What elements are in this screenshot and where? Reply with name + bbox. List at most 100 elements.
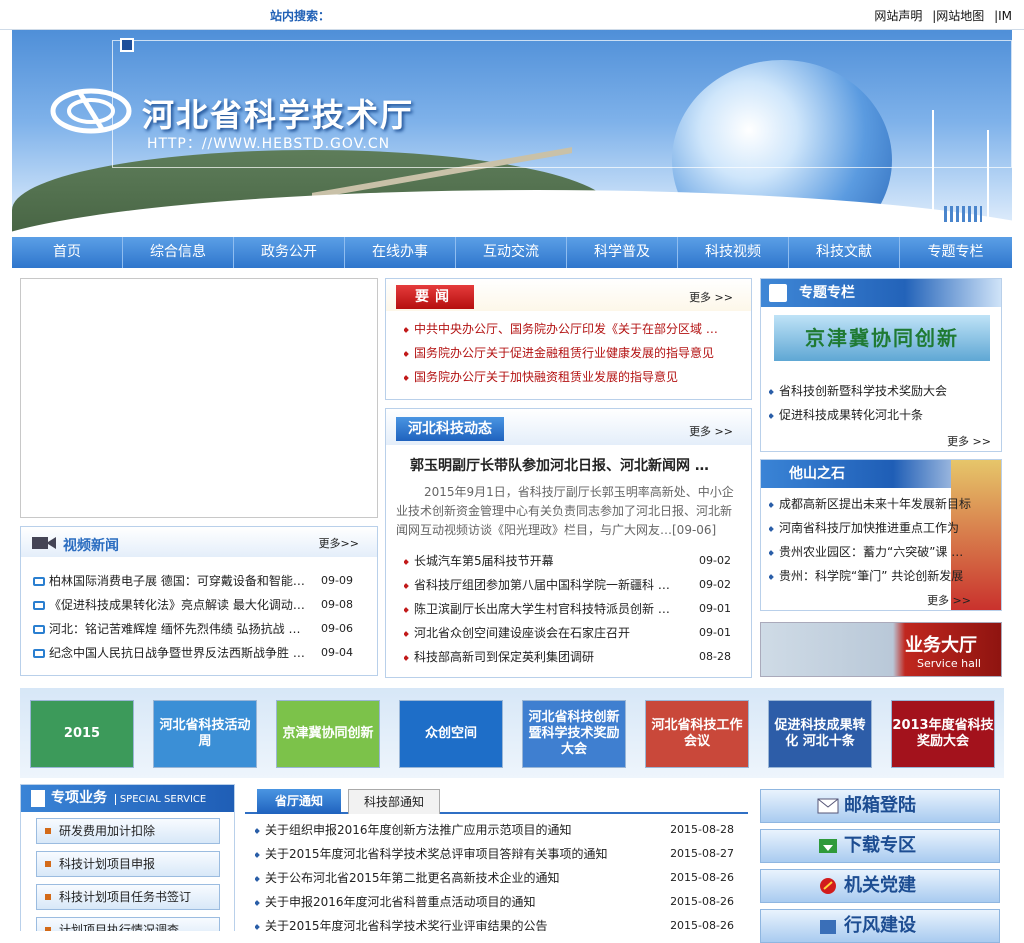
im-link[interactable]: |IM [994, 9, 1012, 23]
list-item[interactable]: 贵州农业园区：蓄力“六突破”课 … [769, 540, 1001, 564]
document-icon [31, 790, 45, 807]
nav-interaction[interactable]: 互动交流 [456, 237, 567, 268]
top-links: 网站声明 |网站地图 |IM [868, 7, 1012, 24]
download-icon [819, 839, 837, 853]
bar-graphic-icon [944, 206, 982, 222]
list-item[interactable]: 纪念中国人民抗日战争暨世界反法西斯战争胜 … 09-04 [33, 641, 367, 665]
main-nav: 首页 综合信息 政务公开 在线办事 互动交流 科学普及 科技视频 科技文献 专题… [12, 237, 1012, 268]
list-item[interactable]: 科技部高新司到保定英利集团调研 08-28 [404, 645, 751, 669]
party-building-button[interactable]: 机关党建 [760, 869, 1000, 903]
list-item[interactable]: 河北：铭记苦难辉煌 缅怀先烈伟绩 弘扬抗战 … 09-06 [33, 617, 367, 641]
image-slideshow[interactable] [20, 278, 378, 518]
list-item[interactable]: 国务院办公厅关于加快融资租赁业发展的指导意见 [404, 365, 741, 389]
nav-general-info[interactable]: 综合信息 [123, 237, 234, 268]
service-item[interactable]: 研发费用加计扣除 [36, 818, 220, 844]
thumb-2015[interactable]: 2015 [30, 700, 134, 768]
list-item[interactable]: 关于公布河北省2015年第二批更名高新技术企业的通知 2015-08-26 [255, 866, 748, 890]
jjj-banner[interactable]: 京津冀协同创新 [774, 315, 990, 361]
list-item[interactable]: 促进科技成果转化河北十条 [769, 403, 1001, 427]
list-item[interactable]: 贵州：科学院“筆门” 共论创新发展 [769, 564, 1001, 588]
service-hall-banner[interactable]: 业务大厅 Service hall [760, 622, 1002, 677]
download-zone-button[interactable]: 下载专区 [760, 829, 1000, 863]
service-item[interactable]: 计划项目执行情况调查 [36, 917, 220, 931]
play-icon [33, 649, 45, 658]
notices-panel: 省厅通知 科技部通知 关于组织申报2016年度创新方法推广应用示范项目的通知 20… [245, 784, 748, 931]
tab-province-notices[interactable]: 省厅通知 [257, 789, 341, 814]
nav-online-service[interactable]: 在线办事 [345, 237, 456, 268]
list-item[interactable]: 省科技创新暨科学技术奖励大会 [769, 379, 1001, 403]
important-news-title: 要闻 [396, 285, 474, 309]
important-news-panel: 要闻 更多 >> 中共中央办公厅、国务院办公厅印发《关于在部分区域 … 国务院办… [385, 278, 752, 400]
service-hall-subtitle: Service hall [917, 657, 981, 670]
thumb-hebei-ten-articles[interactable]: 促进科技成果转化 河北十条 [768, 700, 872, 768]
site-statement-link[interactable]: 网站声明 [874, 9, 922, 23]
site-url: HTTP：//WWW.HEBSTD.GOV.CN [147, 136, 391, 152]
list-item[interactable]: 中共中央办公厅、国务院办公厅印发《关于在部分区域 … [404, 317, 741, 341]
list-item[interactable]: 长城汽车第5届科技节开幕 09-02 [404, 549, 751, 573]
conduct-building-button[interactable]: 行风建设 [760, 909, 1000, 943]
list-item[interactable]: 陈卫滨副厅长出席大学生村官科技特派员创新 … 09-01 [404, 597, 751, 621]
party-emblem-icon [820, 878, 836, 894]
special-service-subtitle: SPECIAL SERVICE [114, 794, 207, 805]
video-camera-icon [32, 537, 56, 549]
logo-icon [50, 88, 132, 134]
tab-most-notices[interactable]: 科技部通知 [348, 789, 440, 814]
dynamics-headline[interactable]: 郭玉明副厅长带队参加河北日报、河北新闻网 … [386, 445, 751, 475]
thumb-science-week[interactable]: 河北省科技活动周 [153, 700, 257, 768]
play-icon [33, 601, 45, 610]
special-topics-title: 专题专栏 [799, 285, 855, 301]
special-service-title: 专项业务 [51, 790, 107, 806]
building-icon [820, 920, 836, 934]
dynamics-more-link[interactable]: 更多 >> [689, 423, 733, 439]
site-map-link[interactable]: |网站地图 [932, 9, 984, 23]
dynamics-summary: 2015年9月1日，省科技厅副厅长郭玉明率高新处、中小企业技术创新资金管理中心有… [396, 485, 734, 537]
nav-home[interactable]: 首页 [12, 237, 123, 268]
list-item[interactable]: 《促进科技成果转化法》亮点解读 最大化调动… 09-08 [33, 593, 367, 617]
site-search-label: 站内搜索： [270, 9, 331, 23]
play-icon [33, 577, 45, 586]
dynamics-title: 河北科技动态 [396, 417, 504, 441]
nav-literature[interactable]: 科技文献 [789, 237, 900, 268]
mailbox-login-button[interactable]: 邮箱登陆 [760, 789, 1000, 823]
nav-science-popularization[interactable]: 科学普及 [567, 237, 678, 268]
nav-science-video[interactable]: 科技视频 [678, 237, 789, 268]
list-item[interactable]: 柏林国际消费电子展 德国：可穿戴设备和智能… 09-09 [33, 569, 367, 593]
service-item[interactable]: 科技计划项目任务书签订 [36, 884, 220, 910]
list-item[interactable]: 成都高新区提出未来十年发展新目标 [769, 492, 1001, 516]
thumb-award-conference[interactable]: 河北省科技创新暨科学技术奖励大会 [522, 700, 626, 768]
flag-icon [769, 284, 787, 302]
list-item[interactable]: 国务院办公厅关于促进金融租赁行业健康发展的指导意见 [404, 341, 741, 365]
list-item[interactable]: 省科技厅组团参加第八届中国科学院一新疆科 … 09-02 [404, 573, 751, 597]
thumb-jjj-innovation[interactable]: 京津冀协同创新 [276, 700, 380, 768]
special-topics-panel: 专题专栏 京津冀协同创新 省科技创新暨科学技术奖励大会 促进科技成果转化河北十条… [760, 278, 1002, 452]
list-item[interactable]: 关于申报2016年度河北省科普重点活动项目的通知 2015-08-26 [255, 890, 748, 914]
mail-icon [817, 798, 839, 814]
list-item[interactable]: 河南省科技厅加快推进重点工作为 [769, 516, 1001, 540]
feature-thumb-row: 2015 河北省科技活动周 京津冀协同创新 众创空间 河北省科技创新暨科学技术奖… [20, 688, 1004, 778]
video-news-more-link[interactable]: 更多>> [319, 535, 359, 551]
nav-gov-affairs[interactable]: 政务公开 [234, 237, 345, 268]
thumb-work-meeting[interactable]: 河北省科技工作会议 [645, 700, 749, 768]
site-title: 河北省科学技术厅 [142, 96, 415, 134]
service-item[interactable]: 科技计划项目申报 [36, 851, 220, 877]
list-item[interactable]: 关于2015年度河北省科学技术奖行业评审结果的公告 2015-08-26 [255, 914, 748, 931]
service-hall-title: 业务大厅 [905, 635, 977, 656]
special-service-panel: 专项业务 SPECIAL SERVICE 研发费用加计扣除 科技计划项目申报 科… [20, 784, 235, 931]
thumb-maker-space[interactable]: 众创空间 [399, 700, 503, 768]
important-news-more-link[interactable]: 更多 >> [689, 289, 733, 305]
other-mountains-more-link[interactable]: 更多 >> [927, 592, 971, 608]
nav-special-topics[interactable]: 专题专栏 [900, 237, 1011, 268]
header-banner: 河北省科学技术厅 HTTP：//WWW.HEBSTD.GOV.CN [12, 30, 1012, 236]
other-mountains-panel: 他山之石 成都高新区提出未来十年发展新目标 河南省科技厅加快推进重点工作为 贵州… [760, 459, 1002, 611]
video-news-title: 视频新闻 [63, 538, 119, 554]
video-news-panel: 视频新闻 更多>> 柏林国际消费电子展 德国：可穿戴设备和智能… 09-09 《促… [20, 526, 378, 676]
special-topics-more-link[interactable]: 更多 >> [947, 433, 991, 449]
list-item[interactable]: 关于2015年度河北省科学技术奖总评审项目答辩有关事项的通知 2015-08-27 [255, 842, 748, 866]
banner-square-icon [120, 38, 134, 52]
top-bar: 站内搜索： 网站声明 |网站地图 |IM [0, 0, 1024, 30]
play-icon [33, 625, 45, 634]
hebei-tech-dynamics-panel: 河北科技动态 更多 >> 郭玉明副厅长带队参加河北日报、河北新闻网 … 2015… [385, 408, 752, 678]
list-item[interactable]: 河北省众创空间建设座谈会在石家庄召开 09-01 [404, 621, 751, 645]
list-item[interactable]: 关于组织申报2016年度创新方法推广应用示范项目的通知 2015-08-28 [255, 818, 748, 842]
thumb-2013-award[interactable]: 2013年度省科技奖励大会 [891, 700, 995, 768]
